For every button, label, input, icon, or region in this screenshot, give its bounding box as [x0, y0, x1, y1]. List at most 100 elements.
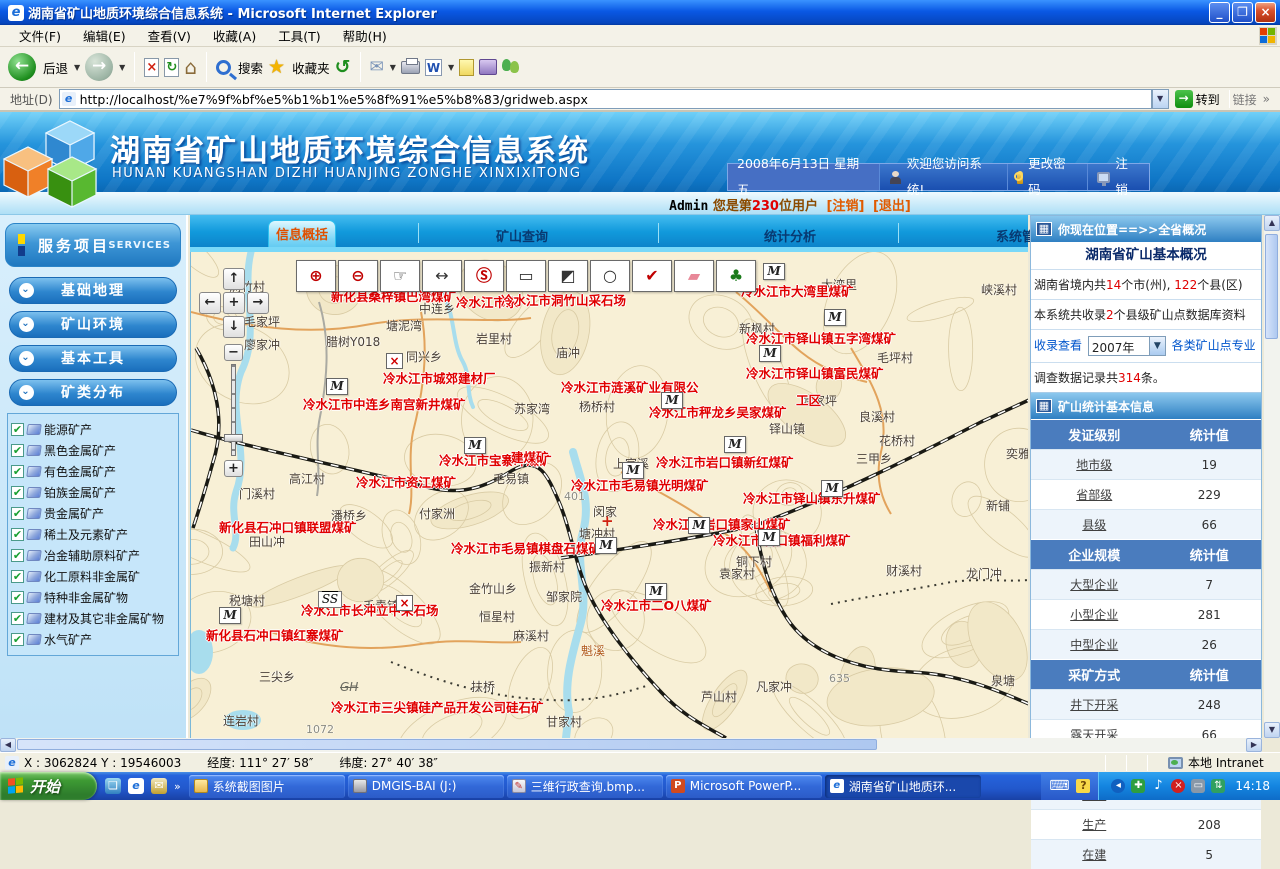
layer-checkbox[interactable]: ✔: [11, 528, 24, 541]
pan-left-button[interactable]: ←: [199, 292, 221, 314]
go-button[interactable]: → 转到: [1175, 90, 1220, 108]
mine-marker[interactable]: M: [821, 480, 843, 497]
layer-checkbox[interactable]: ✔: [11, 465, 24, 478]
favorites-icon[interactable]: ★: [268, 56, 285, 78]
stat-label[interactable]: 采矿方式: [1031, 665, 1158, 684]
scroll-down-icon[interactable]: ▼: [1264, 722, 1280, 738]
sidebar-menu-button[interactable]: ⌄ 矿类分布: [9, 379, 177, 406]
stat-label[interactable]: 中型企业: [1031, 636, 1158, 653]
layer-label[interactable]: 铂族金属矿产: [44, 484, 116, 501]
links-label[interactable]: 链接: [1233, 91, 1257, 108]
mine-marker[interactable]: M: [724, 436, 746, 453]
mine-marker[interactable]: M: [661, 392, 683, 409]
network-icon[interactable]: ⇅: [1211, 779, 1225, 793]
zoom-slider-thumb[interactable]: [224, 434, 243, 442]
mine-marker[interactable]: M: [824, 309, 846, 326]
address-url[interactable]: http://localhost/%e7%9f%bf%e5%b1%b1%e5%8…: [80, 92, 588, 107]
zoom-slider-plus-button[interactable]: +: [224, 460, 243, 477]
pan-right-button[interactable]: →: [247, 292, 269, 314]
taskbar-task[interactable]: 系统截图图片: [189, 775, 345, 798]
layer-checkbox[interactable]: ✔: [11, 612, 24, 625]
mail-button[interactable]: ✉: [370, 57, 384, 77]
layer-checkbox[interactable]: ✔: [11, 633, 24, 646]
print-button[interactable]: [401, 61, 420, 74]
layer-checkbox[interactable]: ✔: [11, 549, 24, 562]
menu-item[interactable]: 帮助(H): [332, 23, 398, 48]
taskbar-task[interactable]: P Microsoft PowerP...: [666, 775, 822, 798]
mail-dropdown-icon[interactable]: ▼: [390, 63, 396, 72]
admin-exit-link[interactable]: [退出]: [873, 199, 911, 214]
edit-word-button[interactable]: W: [425, 59, 442, 76]
ie-quicklaunch-icon[interactable]: e: [128, 778, 144, 794]
pan-center-button[interactable]: +: [223, 292, 245, 314]
quicklaunch-more-icon[interactable]: »: [174, 780, 181, 793]
stat-label[interactable]: 地市级: [1031, 456, 1158, 473]
layer-checkbox[interactable]: ✔: [11, 423, 24, 436]
sidebar-menu-button[interactable]: ⌄ 基本工具: [9, 345, 177, 372]
stat-label[interactable]: 省部级: [1031, 486, 1158, 503]
scroll-right-icon[interactable]: ▶: [1246, 738, 1262, 752]
select-circle-icon[interactable]: ○: [590, 260, 630, 292]
mine-marker[interactable]: M: [758, 529, 780, 546]
pan-down-button[interactable]: ↓: [223, 316, 245, 338]
forward-button[interactable]: →: [85, 53, 113, 81]
select-rect-icon[interactable]: ▭: [506, 260, 546, 292]
scroll-up-icon[interactable]: ▲: [1264, 215, 1280, 231]
tab-statistics[interactable]: 统计分析: [730, 226, 850, 245]
stat-label[interactable]: 发证级别: [1031, 425, 1158, 444]
volume-icon[interactable]: ♪: [1151, 779, 1165, 793]
year-select[interactable]: 2007年▼: [1088, 336, 1166, 356]
discuss-note-icon[interactable]: [459, 59, 474, 76]
mine-marker[interactable]: M: [326, 378, 348, 395]
antivirus-icon[interactable]: ✚: [1131, 779, 1145, 793]
mine-marker[interactable]: M: [595, 537, 617, 554]
menu-item[interactable]: 收藏(A): [202, 23, 267, 48]
menu-item[interactable]: 编辑(E): [72, 23, 137, 48]
mine-marker[interactable]: M: [759, 345, 781, 362]
show-desktop-icon[interactable]: ❏: [105, 778, 121, 794]
keyboard-icon[interactable]: ⌨: [1049, 778, 1069, 794]
view-records-link[interactable]: 收录查看: [1034, 339, 1082, 353]
vertical-scroll-thumb[interactable]: [1265, 234, 1278, 339]
menu-item[interactable]: 工具(T): [267, 23, 331, 48]
forward-dropdown-icon[interactable]: ▼: [119, 63, 125, 72]
pan-icon[interactable]: ☞: [380, 260, 420, 292]
zoom-slider-track[interactable]: [231, 364, 236, 456]
taskbar-task[interactable]: ✎ 三维行政查询.bmp...: [507, 775, 663, 798]
menu-item[interactable]: 文件(F): [8, 23, 72, 48]
layer-label[interactable]: 能源矿产: [44, 421, 92, 438]
mine-marker[interactable]: SS: [318, 591, 342, 608]
full-extent-icon[interactable]: Ⓢ: [464, 260, 504, 292]
back-label[interactable]: 后退: [43, 58, 68, 77]
display-icon[interactable]: ▭: [1191, 779, 1205, 793]
layer-checkbox[interactable]: ✔: [11, 444, 24, 457]
tab-mine-query[interactable]: 矿山查询: [462, 226, 582, 245]
maximize-button[interactable]: ❐: [1232, 2, 1253, 23]
home-button[interactable]: ⌂: [184, 55, 197, 79]
legend-tree-icon[interactable]: ♣: [716, 260, 756, 292]
eraser-icon[interactable]: ▰: [674, 260, 714, 292]
hide-icons-icon[interactable]: ◂: [1111, 779, 1125, 793]
stop-button[interactable]: ×: [144, 58, 159, 77]
zoom-slider-minus-button[interactable]: −: [224, 344, 243, 361]
stat-label[interactable]: 小型企业: [1031, 606, 1158, 623]
layer-checkbox[interactable]: ✔: [11, 486, 24, 499]
layer-label[interactable]: 黑色金属矿产: [44, 442, 116, 459]
back-dropdown-icon[interactable]: ▼: [74, 63, 80, 72]
minimize-button[interactable]: _: [1209, 2, 1230, 23]
start-button[interactable]: 开始: [0, 772, 97, 800]
mine-marker[interactable]: ×: [396, 595, 413, 611]
measure-icon[interactable]: ↔: [422, 260, 462, 292]
pan-up-button[interactable]: ↑: [223, 268, 245, 290]
mine-marker[interactable]: M: [763, 263, 785, 280]
mine-category-link[interactable]: 各类矿山点专业: [1172, 339, 1256, 353]
layer-label[interactable]: 水气矿产: [44, 631, 92, 648]
logout-link[interactable]: 注销: [1087, 164, 1149, 190]
address-dropdown-icon[interactable]: ▼: [1152, 89, 1169, 109]
layer-label[interactable]: 贵金属矿产: [44, 505, 104, 522]
menu-item[interactable]: 查看(V): [137, 23, 202, 48]
mine-marker[interactable]: M: [645, 583, 667, 600]
edit-dropdown-icon[interactable]: ▼: [448, 63, 454, 72]
close-button[interactable]: ×: [1255, 2, 1276, 23]
zoom-out-icon[interactable]: ⊖: [338, 260, 378, 292]
